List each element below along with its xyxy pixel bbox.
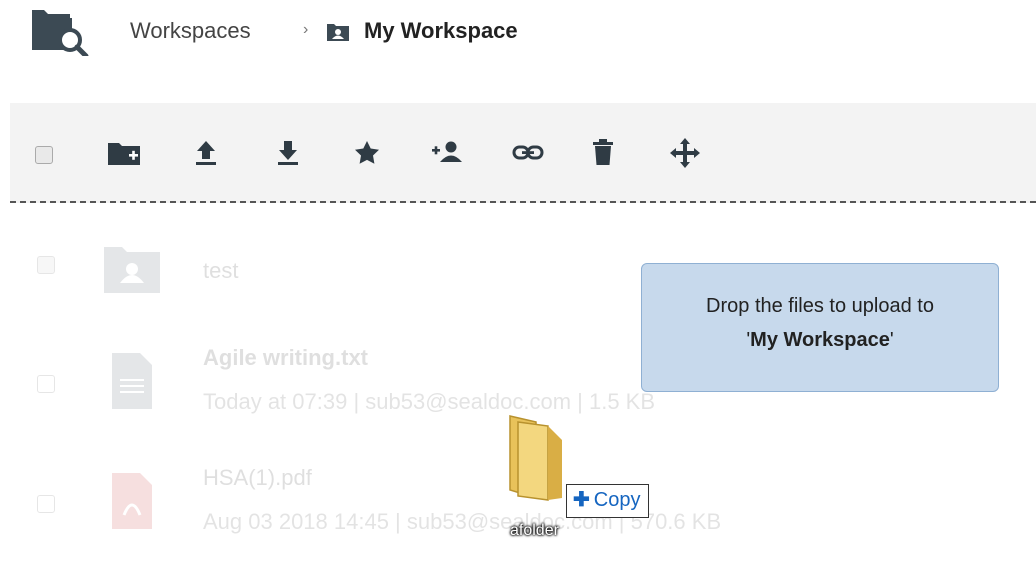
row-checkbox[interactable] bbox=[37, 375, 55, 393]
header: Workspaces › My Workspace bbox=[0, 0, 1036, 70]
pdf-file-icon bbox=[110, 471, 154, 536]
drop-tip-line2: 'My Workspace' bbox=[642, 323, 998, 357]
add-user-icon bbox=[432, 141, 462, 162]
file-name[interactable]: HSA(1).pdf bbox=[203, 465, 312, 491]
folder-plus-icon bbox=[108, 143, 140, 165]
favorite-button[interactable] bbox=[349, 135, 385, 171]
drop-tip-line1: Drop the files to upload to bbox=[706, 295, 934, 317]
upload-button[interactable] bbox=[188, 135, 224, 171]
dragged-item-label: afolder bbox=[510, 522, 559, 539]
trash-icon bbox=[593, 139, 613, 165]
select-all-checkbox[interactable] bbox=[35, 146, 53, 164]
delete-button[interactable] bbox=[585, 135, 621, 171]
quote-close: ' bbox=[889, 329, 894, 351]
share-link-button[interactable] bbox=[510, 135, 546, 171]
breadcrumb-workspaces[interactable]: Workspaces bbox=[130, 18, 251, 44]
upload-icon bbox=[196, 141, 216, 165]
move-button[interactable] bbox=[667, 135, 703, 171]
shared-folder-icon bbox=[102, 243, 162, 300]
move-icon bbox=[670, 138, 700, 168]
download-button[interactable] bbox=[270, 135, 306, 171]
copy-label: Copy bbox=[593, 489, 641, 511]
link-icon bbox=[512, 145, 544, 160]
file-name[interactable]: Agile writing.txt bbox=[203, 345, 368, 371]
text-file-icon bbox=[110, 351, 154, 416]
new-folder-button[interactable] bbox=[106, 135, 142, 171]
breadcrumb-current: My Workspace bbox=[364, 18, 518, 43]
drop-tip-workspace: My Workspace bbox=[750, 329, 890, 351]
share-user-button[interactable] bbox=[430, 135, 466, 171]
workspace-folder-icon bbox=[327, 23, 349, 41]
toolbar bbox=[10, 103, 1036, 203]
download-icon bbox=[278, 141, 298, 165]
plus-icon: ✚ bbox=[573, 489, 590, 511]
drag-ghost: ✚ Copy afolder bbox=[498, 410, 688, 550]
dragged-folder-icon bbox=[506, 412, 568, 504]
breadcrumb-separator: › bbox=[303, 21, 309, 38]
drop-target-tooltip: Drop the files to upload to 'My Workspac… bbox=[641, 263, 999, 392]
star-icon bbox=[355, 141, 379, 164]
row-checkbox[interactable] bbox=[37, 495, 55, 513]
file-name[interactable]: test bbox=[203, 258, 238, 284]
row-checkbox[interactable] bbox=[37, 256, 55, 274]
folder-search-icon[interactable] bbox=[30, 6, 92, 59]
copy-badge: ✚ Copy bbox=[566, 484, 650, 518]
